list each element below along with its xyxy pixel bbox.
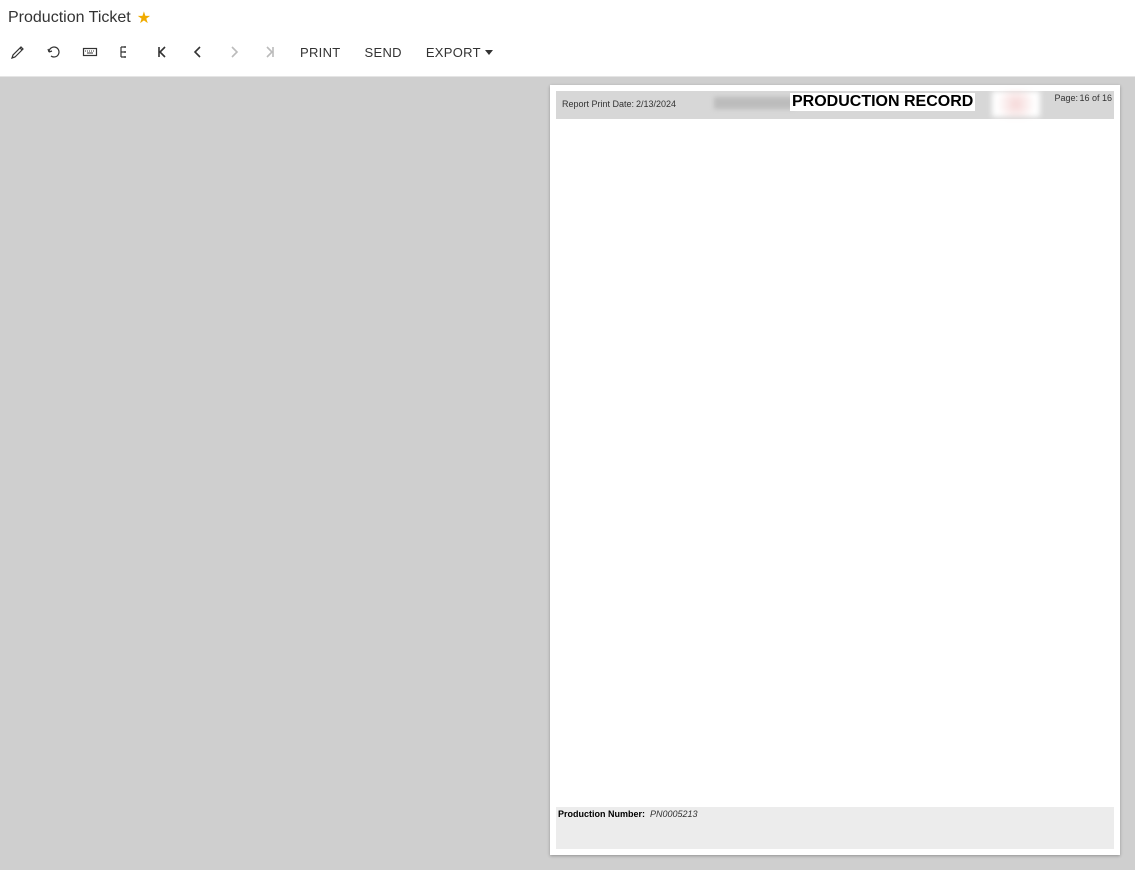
page-header: Production Ticket ★ — [0, 0, 1135, 32]
production-number-label: Production Number: — [558, 809, 645, 819]
keyboard-icon — [82, 44, 98, 60]
tree-icon — [118, 44, 134, 60]
page-title: Production Ticket — [8, 9, 131, 27]
export-button[interactable]: EXPORT — [414, 39, 505, 66]
chevron-down-icon — [485, 50, 493, 55]
page-indicator-label: Page: — [1054, 93, 1078, 103]
send-label: SEND — [365, 45, 402, 60]
report-title: PRODUCTION RECORD — [790, 93, 975, 111]
pencil-icon — [10, 44, 26, 60]
first-page-button[interactable] — [144, 36, 180, 68]
edit-button[interactable] — [0, 36, 36, 68]
keyboard-button[interactable] — [72, 36, 108, 68]
print-button[interactable]: PRINT — [288, 39, 353, 66]
tree-button[interactable] — [108, 36, 144, 68]
last-page-icon — [262, 44, 278, 60]
chevron-left-icon — [190, 44, 206, 60]
send-button[interactable]: SEND — [353, 39, 414, 66]
first-page-icon — [154, 44, 170, 60]
production-number-value: PN0005213 — [650, 809, 698, 819]
favorite-star-icon[interactable]: ★ — [137, 8, 151, 28]
last-page-button — [252, 36, 288, 68]
toolbar: PRINT SEND EXPORT — [0, 32, 1135, 77]
report-print-date-value: 2/13/2024 — [636, 99, 676, 109]
refresh-icon — [46, 44, 62, 60]
report-page: Report Print Date: 2/13/2024 PRODUCTION … — [550, 85, 1120, 855]
print-label: PRINT — [300, 45, 341, 60]
export-label: EXPORT — [426, 45, 481, 60]
chevron-right-icon — [226, 44, 242, 60]
report-viewer[interactable]: Report Print Date: 2/13/2024 PRODUCTION … — [0, 77, 1135, 870]
refresh-button[interactable] — [36, 36, 72, 68]
logo-image — [992, 91, 1040, 117]
prev-page-button[interactable] — [180, 36, 216, 68]
redacted-block — [714, 97, 794, 109]
report-print-date-label: Report Print Date: — [562, 99, 634, 109]
page-indicator-value: 16 of 16 — [1079, 93, 1112, 103]
next-page-button — [216, 36, 252, 68]
